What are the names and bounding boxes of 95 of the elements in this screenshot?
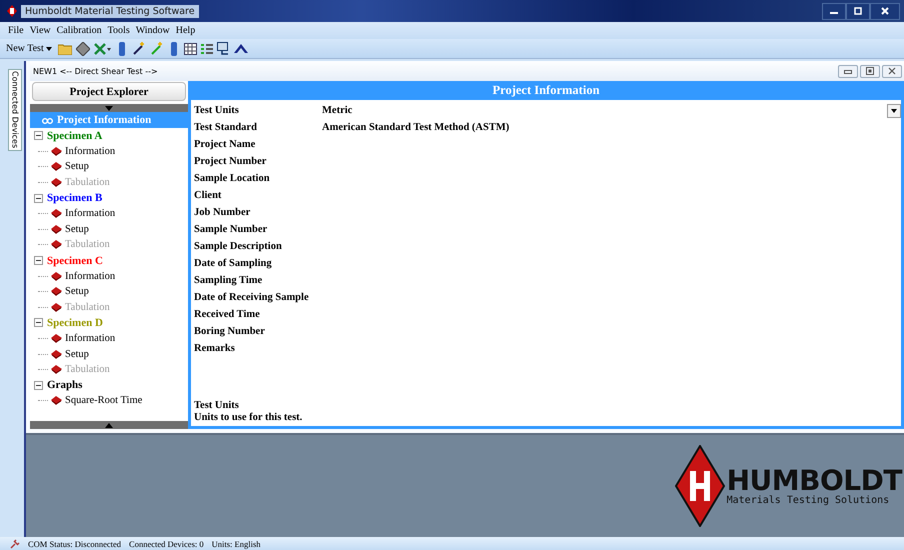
dropdown-button[interactable] — [887, 104, 901, 118]
tree-item[interactable]: Information — [65, 146, 116, 157]
connected-devices-tab[interactable]: Connected Devices — [8, 69, 22, 151]
menu-item[interactable]: Calibration — [56, 25, 102, 36]
tree-item[interactable]: Setup — [65, 286, 89, 298]
help-title: Test Units — [194, 400, 240, 411]
property-label: Boring Number — [194, 326, 266, 337]
tree-item[interactable]: Square-Root Time — [65, 395, 142, 406]
property-label: Sample Number — [194, 224, 268, 235]
status-text: COM Status: Disconnected — [28, 538, 122, 548]
minimize-icon — [844, 68, 852, 74]
toolbar-grip[interactable] — [171, 42, 178, 56]
restore-button[interactable] — [846, 2, 870, 20]
close-icon — [881, 7, 889, 15]
collapse-icon[interactable] — [34, 256, 43, 266]
diamond-icon[interactable] — [76, 42, 90, 56]
book-icon — [51, 240, 62, 250]
book-icon — [51, 209, 62, 218]
menu-item[interactable]: Window — [136, 25, 170, 36]
tree-item[interactable]: Setup — [65, 161, 89, 172]
close-icon — [888, 67, 896, 75]
menu-item[interactable]: Tools — [108, 25, 130, 36]
book-icon — [51, 334, 62, 344]
property-value[interactable]: American Standard Test Method (ASTM) — [322, 122, 510, 133]
status-text: Units: English — [212, 538, 261, 548]
collapse-icon[interactable] — [34, 131, 43, 140]
spreadsheet-icon[interactable] — [94, 42, 112, 54]
panel-header: Project Information — [191, 81, 901, 100]
plug-icon — [10, 538, 20, 548]
book-icon — [51, 224, 62, 234]
book-icon — [51, 350, 62, 359]
app-logo-icon — [6, 5, 18, 17]
window-title: Humboldt Material Testing Software — [21, 4, 199, 18]
logo-tagline: Materials Testing Solutions — [726, 494, 890, 506]
restore-icon — [866, 67, 874, 75]
close-button[interactable] — [882, 64, 902, 78]
property-label: Test Units — [194, 105, 240, 116]
minimize-button[interactable] — [822, 2, 846, 20]
property-label: Date of Sampling — [194, 258, 273, 269]
book-icon — [51, 287, 62, 296]
book-icon — [51, 146, 62, 156]
property-label: Remarks — [194, 343, 236, 354]
property-label: Sample Description — [194, 241, 283, 252]
book-icon — [51, 178, 62, 188]
book-icon — [51, 302, 62, 312]
tree-item[interactable]: Setup — [65, 348, 89, 360]
property-label: Sample Location — [194, 173, 271, 184]
chevron-up-icon[interactable] — [234, 43, 248, 54]
property-label: Date of Receiving Sample — [194, 292, 310, 303]
book-icon — [51, 162, 62, 172]
book-icon — [51, 365, 62, 374]
caret-icon — [46, 47, 52, 51]
property-value[interactable]: Metric — [322, 105, 352, 116]
new-test-button[interactable]: New Test — [4, 43, 54, 54]
tree-group[interactable]: Specimen B — [46, 192, 104, 204]
grid-icon[interactable] — [184, 42, 198, 54]
tree-item[interactable]: Setup — [65, 224, 89, 235]
close-button[interactable] — [870, 2, 900, 20]
collapse-icon[interactable] — [34, 194, 43, 203]
document-title: NEW1 <-- Direct Shear Test --> — [33, 66, 158, 76]
monitor-icon[interactable] — [217, 42, 230, 55]
caret-down-icon — [891, 108, 897, 112]
glasses-icon — [42, 116, 53, 124]
tree-item[interactable]: Information — [65, 208, 116, 220]
collapse-icon[interactable] — [34, 318, 43, 328]
logo-icon — [674, 445, 725, 527]
help-text: Units to use for this test. — [194, 412, 304, 423]
menu-item[interactable]: View — [30, 25, 51, 36]
book-icon — [51, 272, 62, 281]
collapse-icon[interactable] — [34, 380, 43, 390]
status-text: Connected Devices: 0 — [129, 538, 204, 548]
property-label: Received Time — [194, 309, 261, 320]
property-label: Project Number — [194, 156, 268, 167]
wand-icon[interactable] — [132, 42, 146, 56]
book-icon — [51, 396, 62, 406]
minimize-button[interactable] — [838, 64, 858, 78]
property-label: Job Number — [194, 207, 252, 218]
tree-group[interactable]: Specimen A — [46, 130, 104, 142]
project-explorer-button[interactable]: Project Explorer — [32, 82, 186, 101]
tree-item[interactable]: Information — [65, 333, 116, 344]
list-icon[interactable] — [201, 42, 214, 54]
property-label: Sampling Time — [194, 275, 264, 286]
restore-button[interactable] — [860, 64, 880, 78]
logo-wordmark: HUMBOLDT — [726, 466, 902, 494]
tree-group[interactable]: Specimen C — [46, 254, 104, 267]
menu-item[interactable]: Help — [176, 25, 196, 36]
tree-group[interactable]: Graphs — [46, 379, 84, 392]
property-label: Client — [194, 190, 222, 201]
property-label: Test Standard — [194, 122, 258, 133]
property-label: Project Name — [194, 139, 256, 150]
tree-item[interactable]: Information — [65, 270, 116, 282]
toolbar-grip[interactable] — [119, 42, 126, 56]
caret-up-icon — [105, 422, 113, 428]
menu-item[interactable]: File — [8, 25, 24, 36]
restore-icon — [854, 7, 862, 15]
